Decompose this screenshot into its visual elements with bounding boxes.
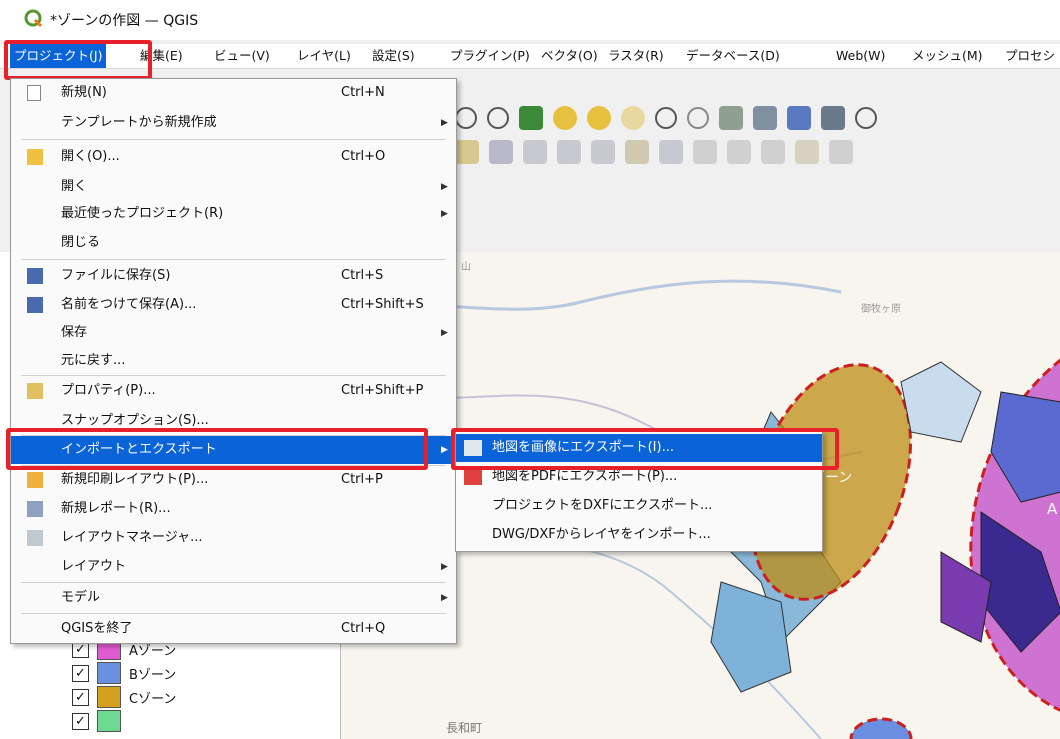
zoom-to-layer-icon[interactable] — [587, 106, 611, 130]
menu-settings[interactable]: 設定(S) — [372, 44, 415, 68]
submenu-arrow-icon: ▶ — [441, 562, 448, 572]
delete-icon[interactable] — [659, 140, 683, 164]
menu-item-recent-projects[interactable]: 最近使ったプロジェクト(R) ▶ — [11, 200, 456, 228]
layer-row-c[interactable]: ✓ Cゾーン — [72, 685, 176, 709]
menu-item-save[interactable]: ファイルに保存(S) Ctrl+S — [11, 262, 456, 290]
window-title: *ゾーンの作図 — QGIS — [50, 13, 199, 29]
submenu-arrow-icon: ▶ — [441, 118, 448, 128]
layer-row-b[interactable]: ✓ Bゾーン — [72, 661, 176, 685]
menu-raster[interactable]: ラスタ(R) — [608, 44, 664, 68]
menu-vector[interactable]: ベクタ(O) — [541, 44, 598, 68]
submenu-arrow-icon: ▶ — [441, 445, 448, 455]
layer-color-swatch — [97, 710, 121, 732]
menu-mesh[interactable]: メッシュ(M) — [912, 44, 983, 68]
show-bookmarks-icon[interactable] — [753, 106, 777, 130]
zoom-last-icon[interactable] — [655, 107, 677, 129]
clock-icon[interactable] — [855, 107, 877, 129]
menu-item-export-dxf[interactable]: プロジェクトをDXFにエクスポート... — [456, 492, 822, 520]
redo-icon[interactable] — [829, 140, 853, 164]
copy-icon[interactable] — [727, 140, 751, 164]
layer-checkbox[interactable]: ✓ — [72, 712, 89, 730]
submenu-arrow-icon: ▶ — [441, 182, 448, 192]
save-edits-icon[interactable] — [489, 140, 513, 164]
folder-icon — [27, 149, 43, 165]
zoom-next-icon[interactable] — [687, 107, 709, 129]
new-bookmark-icon[interactable] — [719, 106, 743, 130]
layer-label: Cゾーン — [129, 691, 177, 707]
menu-view[interactable]: ビュー(V) — [214, 44, 270, 68]
save-icon — [27, 268, 43, 284]
layer-label: Bゾーン — [129, 667, 177, 683]
save-as-icon — [27, 297, 43, 313]
menu-item-revert[interactable]: 元に戻す... — [11, 347, 456, 375]
refresh-icon[interactable] — [821, 106, 845, 130]
map-navigation-toolbar — [455, 100, 877, 136]
modify-attributes-icon[interactable] — [591, 140, 615, 164]
layer-color-swatch — [97, 686, 121, 708]
import-export-callout — [6, 428, 428, 470]
menu-item-save-as[interactable]: 名前をつけて保存(A)... Ctrl+Shift+S — [11, 291, 456, 319]
menu-item-new-from-template[interactable]: テンプレートから新規作成 ▶ — [11, 109, 456, 137]
zoom-to-selection-icon[interactable] — [553, 106, 577, 130]
paste-icon[interactable] — [761, 140, 785, 164]
vertex-tool-icon[interactable] — [557, 140, 581, 164]
multi-edit-icon[interactable] — [625, 140, 649, 164]
menu-item-properties[interactable]: プロパティ(P)... Ctrl+Shift+P — [11, 377, 456, 405]
print-layout-icon — [27, 472, 43, 488]
pencil-icon[interactable] — [455, 140, 479, 164]
export-pdf-icon — [464, 469, 482, 485]
menu-item-open[interactable]: 開く(O)... Ctrl+O — [11, 143, 456, 171]
zoom-in-icon[interactable] — [455, 107, 477, 129]
layer-checkbox[interactable]: ✓ — [72, 688, 89, 706]
menu-item-new[interactable]: 新規(N) Ctrl+N — [11, 79, 456, 107]
menu-web[interactable]: Web(W) — [836, 44, 885, 68]
project-menu-callout — [4, 40, 152, 80]
menu-item-layout-manager[interactable]: レイアウトマネージャ... — [11, 524, 456, 552]
menu-item-import-dwg-dxf[interactable]: DWG/DXFからレイヤをインポート... — [456, 521, 822, 549]
new-file-icon — [27, 85, 41, 101]
submenu-arrow-icon: ▶ — [441, 328, 448, 338]
map-label-mountain: 山 — [461, 261, 471, 273]
export-image-callout — [451, 428, 839, 470]
menu-database[interactable]: データベース(D) — [686, 44, 780, 68]
menu-item-save-to[interactable]: 保存 ▶ — [11, 319, 456, 347]
undo-icon[interactable] — [795, 140, 819, 164]
layout-manager-icon — [27, 530, 43, 546]
layer-row-d[interactable]: ✓ — [72, 709, 121, 733]
temporal-controller-icon[interactable] — [787, 106, 811, 130]
report-icon — [27, 501, 43, 517]
menu-layer[interactable]: レイヤ(L) — [297, 44, 351, 68]
layer-color-swatch — [97, 662, 121, 684]
zoom-full-icon[interactable] — [519, 106, 543, 130]
menu-item-exit-qgis[interactable]: QGISを終了 Ctrl+Q — [11, 615, 456, 643]
menu-item-new-report[interactable]: 新規レポート(R)... — [11, 495, 456, 523]
menu-item-layouts[interactable]: レイアウト ▶ — [11, 553, 456, 581]
menu-item-models[interactable]: モデル ▶ — [11, 584, 456, 612]
menu-plugins[interactable]: プラグイン(P) — [450, 44, 530, 68]
menu-item-new-print-layout[interactable]: 新規印刷レイアウト(P)... Ctrl+P — [11, 466, 456, 494]
submenu-arrow-icon: ▶ — [441, 209, 448, 219]
add-feature-icon[interactable] — [523, 140, 547, 164]
cut-icon[interactable] — [693, 140, 717, 164]
map-label-place: 長和町 — [446, 721, 482, 735]
title-bar: *ゾーンの作図 — QGIS — [0, 0, 1060, 40]
qgis-logo-icon — [24, 9, 43, 28]
zoom-out-icon[interactable] — [487, 107, 509, 129]
zoom-native-icon[interactable] — [621, 106, 645, 130]
menu-item-open-from[interactable]: 開く ▶ — [11, 173, 456, 201]
layer-checkbox[interactable]: ✓ — [72, 664, 89, 682]
digitizing-toolbar — [455, 134, 853, 170]
menu-item-close[interactable]: 閉じる — [11, 229, 456, 257]
map-label-area: 御牧ヶ原 — [861, 302, 901, 315]
submenu-arrow-icon: ▶ — [441, 593, 448, 603]
menu-processing[interactable]: プロセシ — [1005, 44, 1055, 68]
project-menu-dropdown: 新規(N) Ctrl+N テンプレートから新規作成 ▶ 開く(O)... Ctr… — [10, 78, 457, 644]
properties-icon — [27, 383, 43, 399]
map-label-a: A — [1047, 500, 1058, 518]
menu-bar: プロジェクト(J) 編集(E) ビュー(V) レイヤ(L) 設定(S) プラグイ… — [0, 44, 1060, 69]
